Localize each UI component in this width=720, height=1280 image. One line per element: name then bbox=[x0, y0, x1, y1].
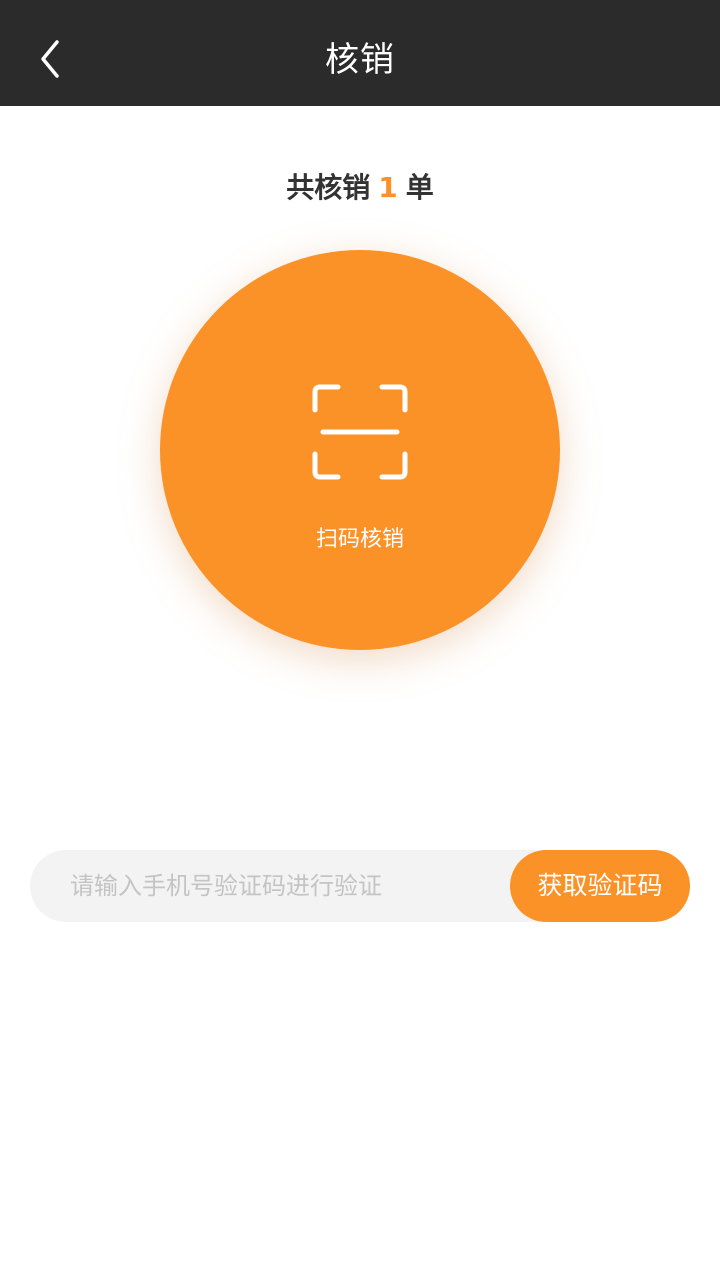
summary-prefix: 共核销 bbox=[286, 171, 371, 204]
page-title: 核销 bbox=[325, 40, 395, 80]
verified-order-summary: 共核销 1 单 bbox=[0, 168, 720, 208]
verification-code-input[interactable] bbox=[70, 850, 500, 922]
scan-frame-icon bbox=[310, 382, 410, 482]
scan-verify-label: 扫码核销 bbox=[315, 527, 404, 552]
scan-verify-button[interactable]: 扫码核销 bbox=[160, 250, 560, 650]
summary-suffix: 单 bbox=[405, 171, 434, 204]
verification-code-bar: 获取验证码 bbox=[30, 850, 690, 922]
verified-count: 1 bbox=[378, 171, 398, 204]
get-verification-code-button[interactable]: 获取验证码 bbox=[510, 850, 690, 922]
top-nav-bar: 核销 bbox=[0, 0, 720, 106]
